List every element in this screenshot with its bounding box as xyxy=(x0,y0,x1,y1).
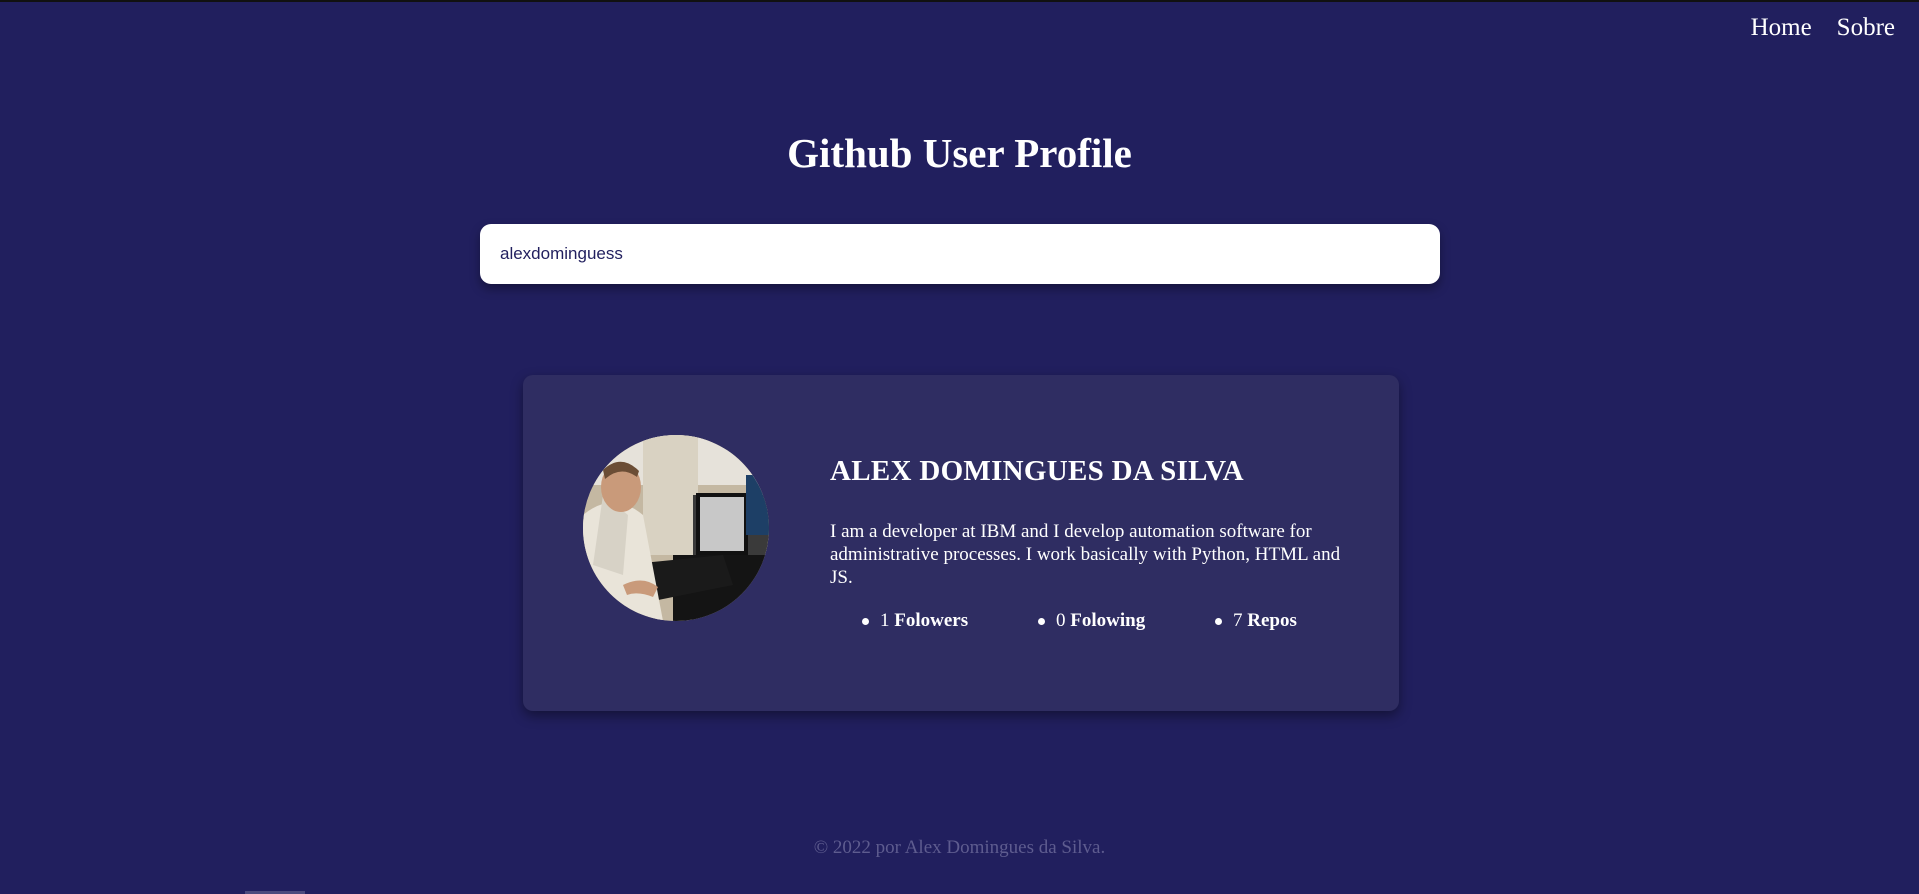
following-label: Folowing xyxy=(1070,610,1146,631)
nav-about-link[interactable]: Sobre xyxy=(1837,14,1895,42)
following-count: 0 xyxy=(1056,610,1066,631)
stat-repos: 7 Repos xyxy=(1215,610,1297,632)
user-name: ALEX DOMINGUES DA SILVA xyxy=(830,455,1244,487)
username-search-input[interactable] xyxy=(480,224,1440,284)
stat-following: 0 Folowing xyxy=(1038,610,1215,632)
profile-card: ALEX DOMINGUES DA SILVA I am a developer… xyxy=(523,375,1399,711)
followers-count: 1 xyxy=(880,610,890,631)
user-stats: 1 Folowers 0 Folowing 7 Repos xyxy=(830,610,1360,632)
top-nav: Home Sobre xyxy=(1751,14,1895,42)
search-container xyxy=(480,224,1440,284)
stat-followers: 1 Folowers xyxy=(862,610,1038,632)
repos-label: Repos xyxy=(1247,610,1297,631)
page-title: Github User Profile xyxy=(787,130,1132,176)
avatar-photo xyxy=(583,435,769,621)
followers-label: Folowers xyxy=(894,610,969,631)
profile-info: ALEX DOMINGUES DA SILVA I am a developer… xyxy=(830,455,1360,632)
user-bio: I am a developer at IBM and I develop au… xyxy=(830,521,1341,588)
nav-home-link[interactable]: Home xyxy=(1751,14,1812,42)
avatar xyxy=(583,435,769,621)
footer-copyright: © 2022 por Alex Domingues da Silva. xyxy=(813,837,1106,858)
repos-count: 7 xyxy=(1233,610,1243,631)
